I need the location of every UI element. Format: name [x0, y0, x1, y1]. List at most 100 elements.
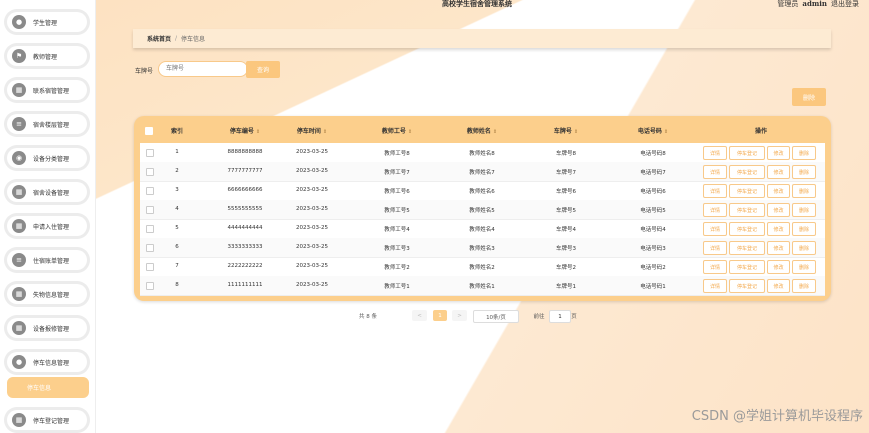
sort-icon[interactable]: ⇕	[574, 129, 578, 135]
table-cell: 电话号码8	[640, 151, 666, 157]
table-cell: 车牌号1	[556, 284, 576, 290]
delete-button[interactable]: 删除	[792, 241, 816, 255]
edit-button[interactable]: 修改	[767, 222, 790, 236]
edit-button[interactable]: 修改	[767, 260, 790, 274]
park-register-button[interactable]: 停车登记	[729, 146, 765, 160]
row-checkbox[interactable]	[146, 225, 154, 233]
sidebar-item-0[interactable]: ● 学生管理	[7, 12, 87, 32]
sidebar-item-1[interactable]: ⚑ 教师管理	[7, 46, 87, 66]
park-register-button[interactable]: 停车登记	[729, 165, 765, 179]
table-body: 1 8888888888 2023-03-25 教师工号8 教师姓名8 车牌号8 电话号码8…	[140, 143, 825, 296]
grid-icon: ▦	[12, 321, 26, 335]
table-row: 3 6666666666 2023-03-25 教师工号6 教师姓名6 车牌号6 电话号码6…	[140, 181, 825, 201]
column-header-label: 电话号码	[637, 128, 662, 135]
column-header-6[interactable]: 电话号码 ⇕	[610, 126, 696, 135]
page-number-1[interactable]: 1	[433, 310, 447, 321]
grid-icon: ▦	[12, 413, 26, 427]
table-cell: 2023-03-25	[296, 282, 328, 288]
detail-button[interactable]: 详情	[703, 184, 727, 198]
row-checkbox[interactable]	[146, 149, 154, 157]
delete-button[interactable]: 删除	[792, 222, 816, 236]
edit-button[interactable]: 修改	[767, 203, 790, 217]
batch-delete-button[interactable]: 删除	[792, 88, 826, 106]
row-checkbox[interactable]	[146, 244, 154, 252]
sidebar-item-4[interactable]: ◉ 设备分类管理	[7, 148, 87, 168]
system-title: 高校学生宿舍管理系统	[442, 0, 512, 8]
detail-button[interactable]: 详情	[703, 203, 727, 217]
column-header-5[interactable]: 车牌号 ⇕	[524, 126, 608, 135]
sidebar-subitem-active[interactable]: 停车信息	[7, 377, 89, 398]
column-header-label: 索引	[170, 128, 183, 135]
table-cell: 车牌号6	[556, 189, 576, 195]
breadcrumb-home[interactable]: 系统首页	[147, 34, 171, 43]
sort-icon[interactable]: ⇕	[664, 129, 668, 135]
row-checkbox[interactable]	[146, 187, 154, 195]
edit-button[interactable]: 修改	[767, 146, 790, 160]
plate-search-input[interactable]	[158, 61, 248, 77]
delete-button[interactable]: 删除	[792, 203, 816, 217]
prev-page-button[interactable]: <	[412, 310, 427, 321]
edit-button[interactable]: 修改	[767, 184, 790, 198]
park-register-button[interactable]: 停车登记	[729, 279, 765, 293]
goto-page-input[interactable]: 1	[549, 310, 571, 323]
row-checkbox[interactable]	[146, 282, 154, 290]
table-cell: 教师工号7	[384, 170, 410, 176]
sidebar-item-8[interactable]: ▦ 失物信息管理	[7, 284, 87, 304]
delete-button[interactable]: 删除	[792, 184, 816, 198]
detail-button[interactable]: 详情	[703, 222, 727, 236]
column-header-label: 操作	[754, 128, 767, 135]
sidebar-item-5[interactable]: ▦ 宿舍设备管理	[7, 182, 87, 202]
sidebar-item-6[interactable]: ▦ 申请入住管理	[7, 216, 87, 236]
edit-button[interactable]: 修改	[767, 279, 790, 293]
column-header-3[interactable]: 教师工号 ⇕	[356, 126, 438, 135]
row-checkbox[interactable]	[146, 168, 154, 176]
sidebar-item-7[interactable]: ≡ 住宿账单管理	[7, 250, 87, 270]
next-page-button[interactable]: >	[452, 310, 467, 321]
table-cell: 教师姓名4	[469, 227, 495, 233]
sidebar-item-3[interactable]: ≡ 宿舍楼层管理	[7, 114, 87, 134]
sidebar-item-label: 申请入住管理	[33, 223, 70, 231]
select-all-checkbox[interactable]	[145, 127, 153, 135]
detail-button[interactable]: 详情	[703, 279, 727, 293]
row-checkbox[interactable]	[146, 206, 154, 214]
edit-button[interactable]: 修改	[767, 165, 790, 179]
park-register-button[interactable]: 停车登记	[729, 260, 765, 274]
sidebar-item-10[interactable]: ● 停车信息管理	[7, 352, 87, 372]
query-button[interactable]: 查询	[246, 61, 280, 78]
park-register-button[interactable]: 停车登记	[729, 222, 765, 236]
sidebar-item-9[interactable]: ▦ 设备报修管理	[7, 318, 87, 338]
column-header-4[interactable]: 教师姓名 ⇕	[440, 126, 524, 135]
table-cell: 2023-03-25	[296, 225, 328, 231]
user-role: 管理员	[777, 0, 799, 8]
table-cell: 车牌号2	[556, 265, 576, 271]
sort-icon[interactable]: ⇕	[493, 129, 497, 135]
sort-icon[interactable]: ⇕	[256, 129, 260, 135]
table-cell: 2023-03-25	[296, 149, 328, 155]
page-size-select[interactable]: 10条/页	[473, 310, 519, 323]
column-header-2[interactable]: 停车时间 ⇕	[270, 126, 354, 135]
detail-button[interactable]: 详情	[703, 146, 727, 160]
sidebar-item-2[interactable]: ▦ 联系宿管管理	[7, 80, 87, 100]
table-cell: 车牌号7	[556, 170, 576, 176]
table-cell: 7	[175, 263, 179, 269]
delete-button[interactable]: 删除	[792, 260, 816, 274]
row-checkbox[interactable]	[146, 263, 154, 271]
delete-button[interactable]: 删除	[792, 279, 816, 293]
sidebar-item-label: 学生管理	[33, 19, 58, 27]
detail-button[interactable]: 详情	[703, 241, 727, 255]
sort-icon[interactable]: ⇕	[323, 129, 327, 135]
delete-button[interactable]: 删除	[792, 165, 816, 179]
sidebar-item-label: 停车信息管理	[33, 359, 70, 367]
delete-button[interactable]: 删除	[792, 146, 816, 160]
detail-button[interactable]: 详情	[703, 165, 727, 179]
park-register-button[interactable]: 停车登记	[729, 203, 765, 217]
edit-button[interactable]: 修改	[767, 241, 790, 255]
total-count: 共 8 条	[359, 313, 377, 320]
logout-link[interactable]: 退出登录	[831, 0, 859, 8]
park-register-button[interactable]: 停车登记	[729, 241, 765, 255]
table-cell: 2023-03-25	[296, 206, 328, 212]
sidebar-item-11[interactable]: ▦ 停车登记管理	[7, 410, 87, 430]
detail-button[interactable]: 详情	[703, 260, 727, 274]
park-register-button[interactable]: 停车登记	[729, 184, 765, 198]
sort-icon[interactable]: ⇕	[408, 129, 412, 135]
